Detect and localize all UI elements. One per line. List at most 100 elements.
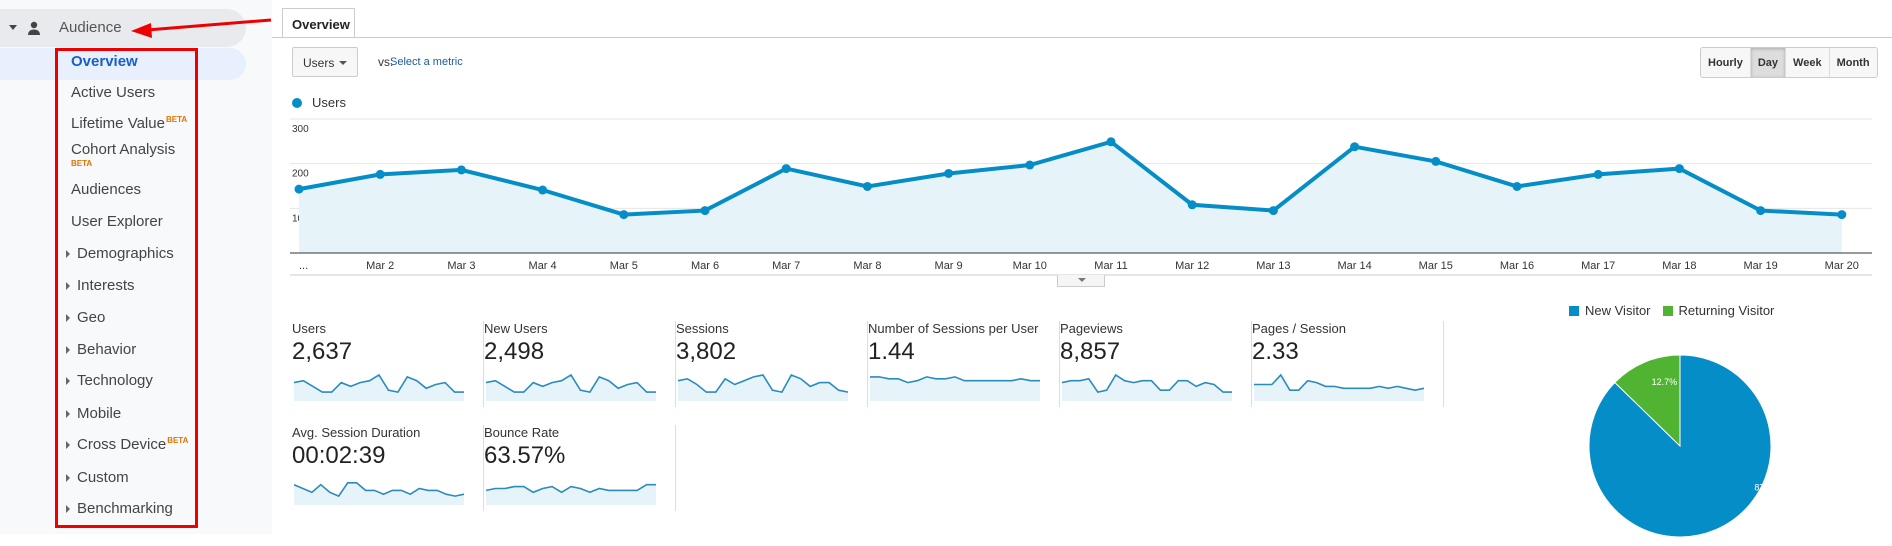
x-tick-label: Mar 7: [772, 260, 800, 272]
scorecard-label: New Users: [484, 321, 548, 336]
legend-label: New Visitor: [1585, 303, 1651, 318]
tab-divider: [272, 37, 1892, 38]
scorecard-pages-session[interactable]: Pages / Session 2.33: [1252, 321, 1444, 407]
legend-label: Returning Visitor: [1678, 303, 1775, 318]
x-tick-label: Mar 8: [853, 260, 881, 272]
scorecard-number-of-sessions-per-user[interactable]: Number of Sessions per User 1.44: [868, 321, 1060, 407]
scorecard-value: 00:02:39: [292, 442, 386, 469]
scorecard-pageviews[interactable]: Pageviews 8,857: [1060, 321, 1252, 407]
x-tick-label: Mar 11: [1094, 260, 1127, 272]
scorecard-avg-session-duration[interactable]: Avg. Session Duration 00:02:39: [292, 425, 484, 511]
data-point[interactable]: [1106, 137, 1116, 147]
x-tick-label: Mar 12: [1175, 260, 1209, 272]
sparkline: [486, 483, 656, 505]
sparkline: [1062, 373, 1232, 401]
data-point[interactable]: [1025, 160, 1035, 170]
x-tick-label: Mar 9: [935, 260, 963, 272]
data-point[interactable]: [944, 168, 954, 178]
data-point[interactable]: [294, 184, 304, 194]
scorecard-label: Bounce Rate: [484, 425, 560, 440]
sparkline: [294, 373, 464, 401]
x-tick-label: Mar 20: [1825, 260, 1859, 272]
scorecard-sessions[interactable]: Sessions 3,802: [676, 321, 868, 407]
chart-collapse-toggle[interactable]: [1057, 275, 1105, 287]
tab-overview[interactable]: Overview: [282, 8, 355, 38]
sparkline: [678, 373, 849, 401]
scorecard-value: 1.44: [868, 338, 915, 365]
x-tick-label: Mar 6: [691, 260, 719, 272]
week-button[interactable]: Week: [1785, 48, 1829, 77]
sparkline-fill: [486, 375, 656, 401]
data-point[interactable]: [1350, 142, 1360, 152]
sparkline-fill: [678, 375, 848, 401]
legend-returning-visitor: Returning Visitor: [1662, 303, 1775, 318]
sparkline: [870, 376, 1040, 401]
sparkline-fill: [294, 375, 464, 401]
day-button[interactable]: Day: [1749, 48, 1786, 77]
pie-slice-label: 12.7%: [1652, 377, 1678, 387]
data-point[interactable]: [1593, 169, 1603, 179]
hourly-button[interactable]: Hourly: [1701, 48, 1750, 77]
data-point[interactable]: [375, 169, 385, 179]
person-icon: [28, 21, 40, 35]
data-point[interactable]: [538, 185, 548, 195]
data-point[interactable]: [456, 165, 466, 175]
caret-down-icon: [9, 25, 17, 30]
data-point[interactable]: [1431, 156, 1441, 166]
x-tick-label: Mar 14: [1337, 260, 1371, 272]
scorecard-label: Pages / Session: [1252, 321, 1346, 336]
scorecard-label: Number of Sessions per User: [868, 321, 1039, 336]
scorecard-value: 3,802: [676, 338, 737, 365]
data-point[interactable]: [1674, 164, 1684, 174]
scorecard-value: 2,498: [484, 338, 545, 365]
legend-swatch: [1662, 306, 1673, 316]
data-point[interactable]: [1268, 206, 1278, 216]
data-point[interactable]: [1837, 210, 1847, 220]
data-point[interactable]: [1512, 181, 1522, 191]
scorecard-label: Pageviews: [1060, 321, 1123, 336]
scorecard-value: 8,857: [1060, 338, 1121, 365]
sidebar-section-label: Audience: [59, 19, 122, 36]
x-tick-label: Mar 3: [447, 260, 475, 272]
data-point[interactable]: [1756, 206, 1766, 216]
x-tick-label: Mar 5: [610, 260, 638, 272]
x-tick-label: ...: [299, 260, 308, 272]
y-tick-label: 300: [292, 124, 309, 135]
pie-slice-label: 87.3%: [1754, 483, 1780, 493]
data-point[interactable]: [1187, 200, 1197, 210]
sparkline: [486, 373, 656, 401]
annotation-arrow: [131, 18, 272, 38]
data-point[interactable]: [619, 210, 629, 220]
scorecard-bounce-rate[interactable]: Bounce Rate 63.57%: [484, 425, 676, 511]
legend-label: Users: [312, 95, 346, 110]
area-fill: [299, 141, 1842, 253]
metric-dropdown[interactable]: Users: [292, 47, 358, 77]
x-tick-label: Mar 13: [1256, 260, 1290, 272]
metric-dropdown-value: Users: [303, 56, 335, 70]
chevron-down-icon: [339, 61, 347, 65]
month-button[interactable]: Month: [1828, 48, 1877, 77]
legend-dot-icon: [292, 98, 302, 108]
legend-new-visitor: New Visitor: [1569, 303, 1651, 318]
granularity-buttons: Hourly Day Week Month: [1700, 47, 1878, 78]
x-tick-label: Mar 18: [1662, 260, 1696, 272]
data-point[interactable]: [862, 181, 872, 191]
x-tick-label: Mar 10: [1013, 260, 1047, 272]
scorecard-label: Avg. Session Duration: [292, 425, 421, 440]
data-point[interactable]: [781, 164, 791, 174]
scorecard-new-users[interactable]: New Users 2,498: [484, 321, 676, 407]
scorecard-value: 2.33: [1252, 338, 1299, 365]
scorecard-users[interactable]: Users 2,637: [292, 321, 484, 407]
x-tick-label: Mar 2: [366, 260, 394, 272]
scorecard-value: 63.57%: [484, 442, 566, 469]
sparkline: [294, 482, 465, 505]
visitor-pie-chart: 87.3% 12.7%: [1588, 354, 1780, 538]
select-metric-link[interactable]: Select a metric: [390, 56, 463, 68]
legend-swatch: [1569, 306, 1579, 316]
data-point[interactable]: [700, 206, 710, 216]
x-tick-label: Mar 4: [529, 260, 557, 272]
scorecard-value: 2,637: [292, 338, 353, 365]
sparkline: [1254, 373, 1425, 401]
caret-down-icon: [1078, 278, 1086, 282]
pie-legend: New Visitor Returning Visitor: [1569, 303, 1774, 318]
